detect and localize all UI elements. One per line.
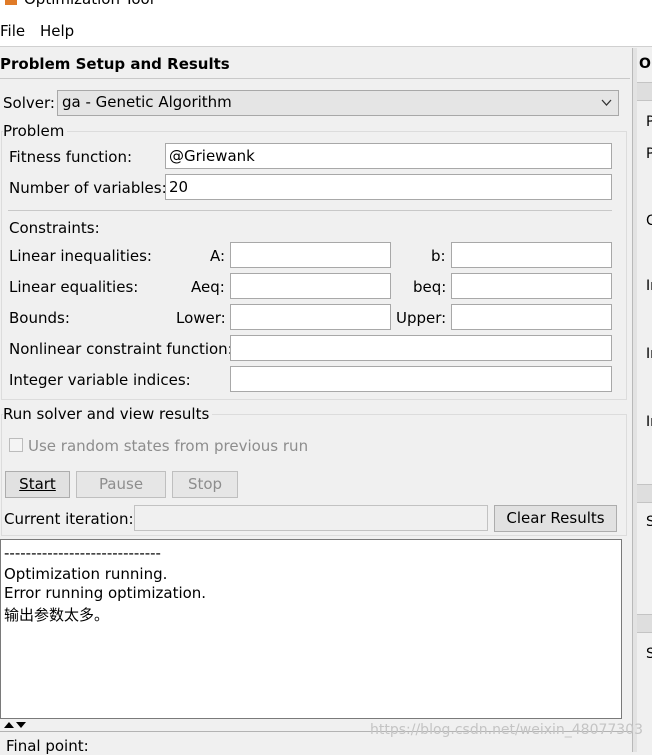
run-group-label: Run solver and view results	[3, 405, 213, 423]
a-label: A:	[210, 247, 226, 265]
title-bar: Optimization Tool	[0, 0, 652, 18]
stop-button-label: Stop	[187, 475, 223, 493]
aeq-label: Aeq:	[191, 278, 225, 296]
options-panel: O P P C In In In S S	[637, 48, 652, 752]
start-button[interactable]: Start	[5, 471, 70, 498]
right-panel-letter: O	[639, 56, 651, 72]
solver-select[interactable]: ga - Genetic Algorithm	[57, 90, 619, 116]
upper-label: Upper:	[396, 309, 447, 327]
menu-help[interactable]: Help	[40, 22, 74, 40]
start-button-label: Start	[19, 475, 56, 493]
panel-header: Problem Setup and Results	[0, 52, 630, 79]
current-iteration-field	[134, 505, 488, 531]
output-line: 输出参数太多。	[4, 606, 110, 624]
window-title: Optimization Tool	[24, 0, 154, 8]
constraints-divider	[8, 210, 612, 211]
pause-button-label: Pause	[98, 475, 144, 493]
number-of-variables-label: Number of variables:	[9, 179, 167, 197]
right-panel-letter: P	[646, 114, 652, 130]
a-input[interactable]	[230, 242, 391, 268]
pause-button[interactable]: Pause	[76, 471, 166, 498]
solver-label: Solver:	[3, 94, 55, 112]
constraints-label: Constraints:	[9, 219, 100, 237]
results-output[interactable]: ----------------------------- Optimizati…	[0, 539, 622, 719]
number-of-variables-input[interactable]: 20	[165, 174, 612, 200]
chevron-down-icon	[601, 99, 612, 106]
output-line: Optimization running.	[4, 565, 168, 583]
problem-group-label: Problem	[3, 122, 68, 140]
random-states-label: Use random states from previous run	[28, 437, 309, 455]
integer-indices-input[interactable]	[230, 366, 612, 392]
solver-value: ga - Genetic Algorithm	[62, 93, 232, 111]
aeq-input[interactable]	[230, 273, 391, 299]
nonlinear-constraint-input[interactable]	[230, 335, 612, 361]
app-icon	[5, 0, 17, 5]
right-panel-letter: P	[646, 146, 652, 162]
menu-file[interactable]: File	[0, 22, 25, 40]
nonlinear-constraint-label: Nonlinear constraint function:	[9, 340, 233, 358]
clear-results-label: Clear Results	[506, 509, 605, 527]
right-panel-letter: S	[646, 646, 652, 662]
menu-bar: File Help	[0, 18, 652, 47]
final-point-label: Final point:	[6, 737, 89, 755]
lower-label: Lower:	[176, 309, 226, 327]
right-panel-letter: In	[646, 346, 652, 362]
panel-title: Problem Setup and Results	[0, 55, 230, 73]
upper-bound-input[interactable]	[451, 304, 612, 330]
fitness-function-label: Fitness function:	[9, 148, 133, 166]
current-iteration-label: Current iteration:	[4, 510, 134, 528]
splitter-arrows-icon[interactable]	[4, 721, 26, 729]
output-line: -----------------------------	[4, 544, 161, 562]
right-panel-header-bar	[637, 82, 652, 101]
fitness-function-input[interactable]: @Griewank	[165, 143, 612, 169]
right-panel-letter: C	[646, 213, 652, 229]
beq-label: beq:	[413, 278, 447, 296]
right-panel-section-bar	[637, 484, 652, 503]
linear-inequalities-label: Linear inequalities:	[9, 247, 152, 265]
right-panel-letter: In	[646, 278, 652, 294]
watermark: https://blog.csdn.net/weixin_48077303	[370, 722, 644, 738]
b-label: b:	[431, 247, 446, 265]
clear-results-button[interactable]: Clear Results	[494, 505, 617, 532]
right-panel-letter: In	[646, 414, 652, 430]
lower-bound-input[interactable]	[230, 304, 391, 330]
integer-indices-label: Integer variable indices:	[9, 371, 191, 389]
linear-equalities-label: Linear equalities:	[9, 278, 139, 296]
output-line: Error running optimization.	[4, 584, 207, 602]
stop-button[interactable]: Stop	[172, 471, 238, 498]
bounds-label: Bounds:	[9, 309, 70, 327]
right-panel-section-bar	[637, 614, 652, 633]
b-input[interactable]	[451, 242, 612, 268]
beq-input[interactable]	[451, 273, 612, 299]
random-states-checkbox[interactable]	[9, 438, 23, 452]
right-panel-letter: S	[646, 514, 652, 530]
